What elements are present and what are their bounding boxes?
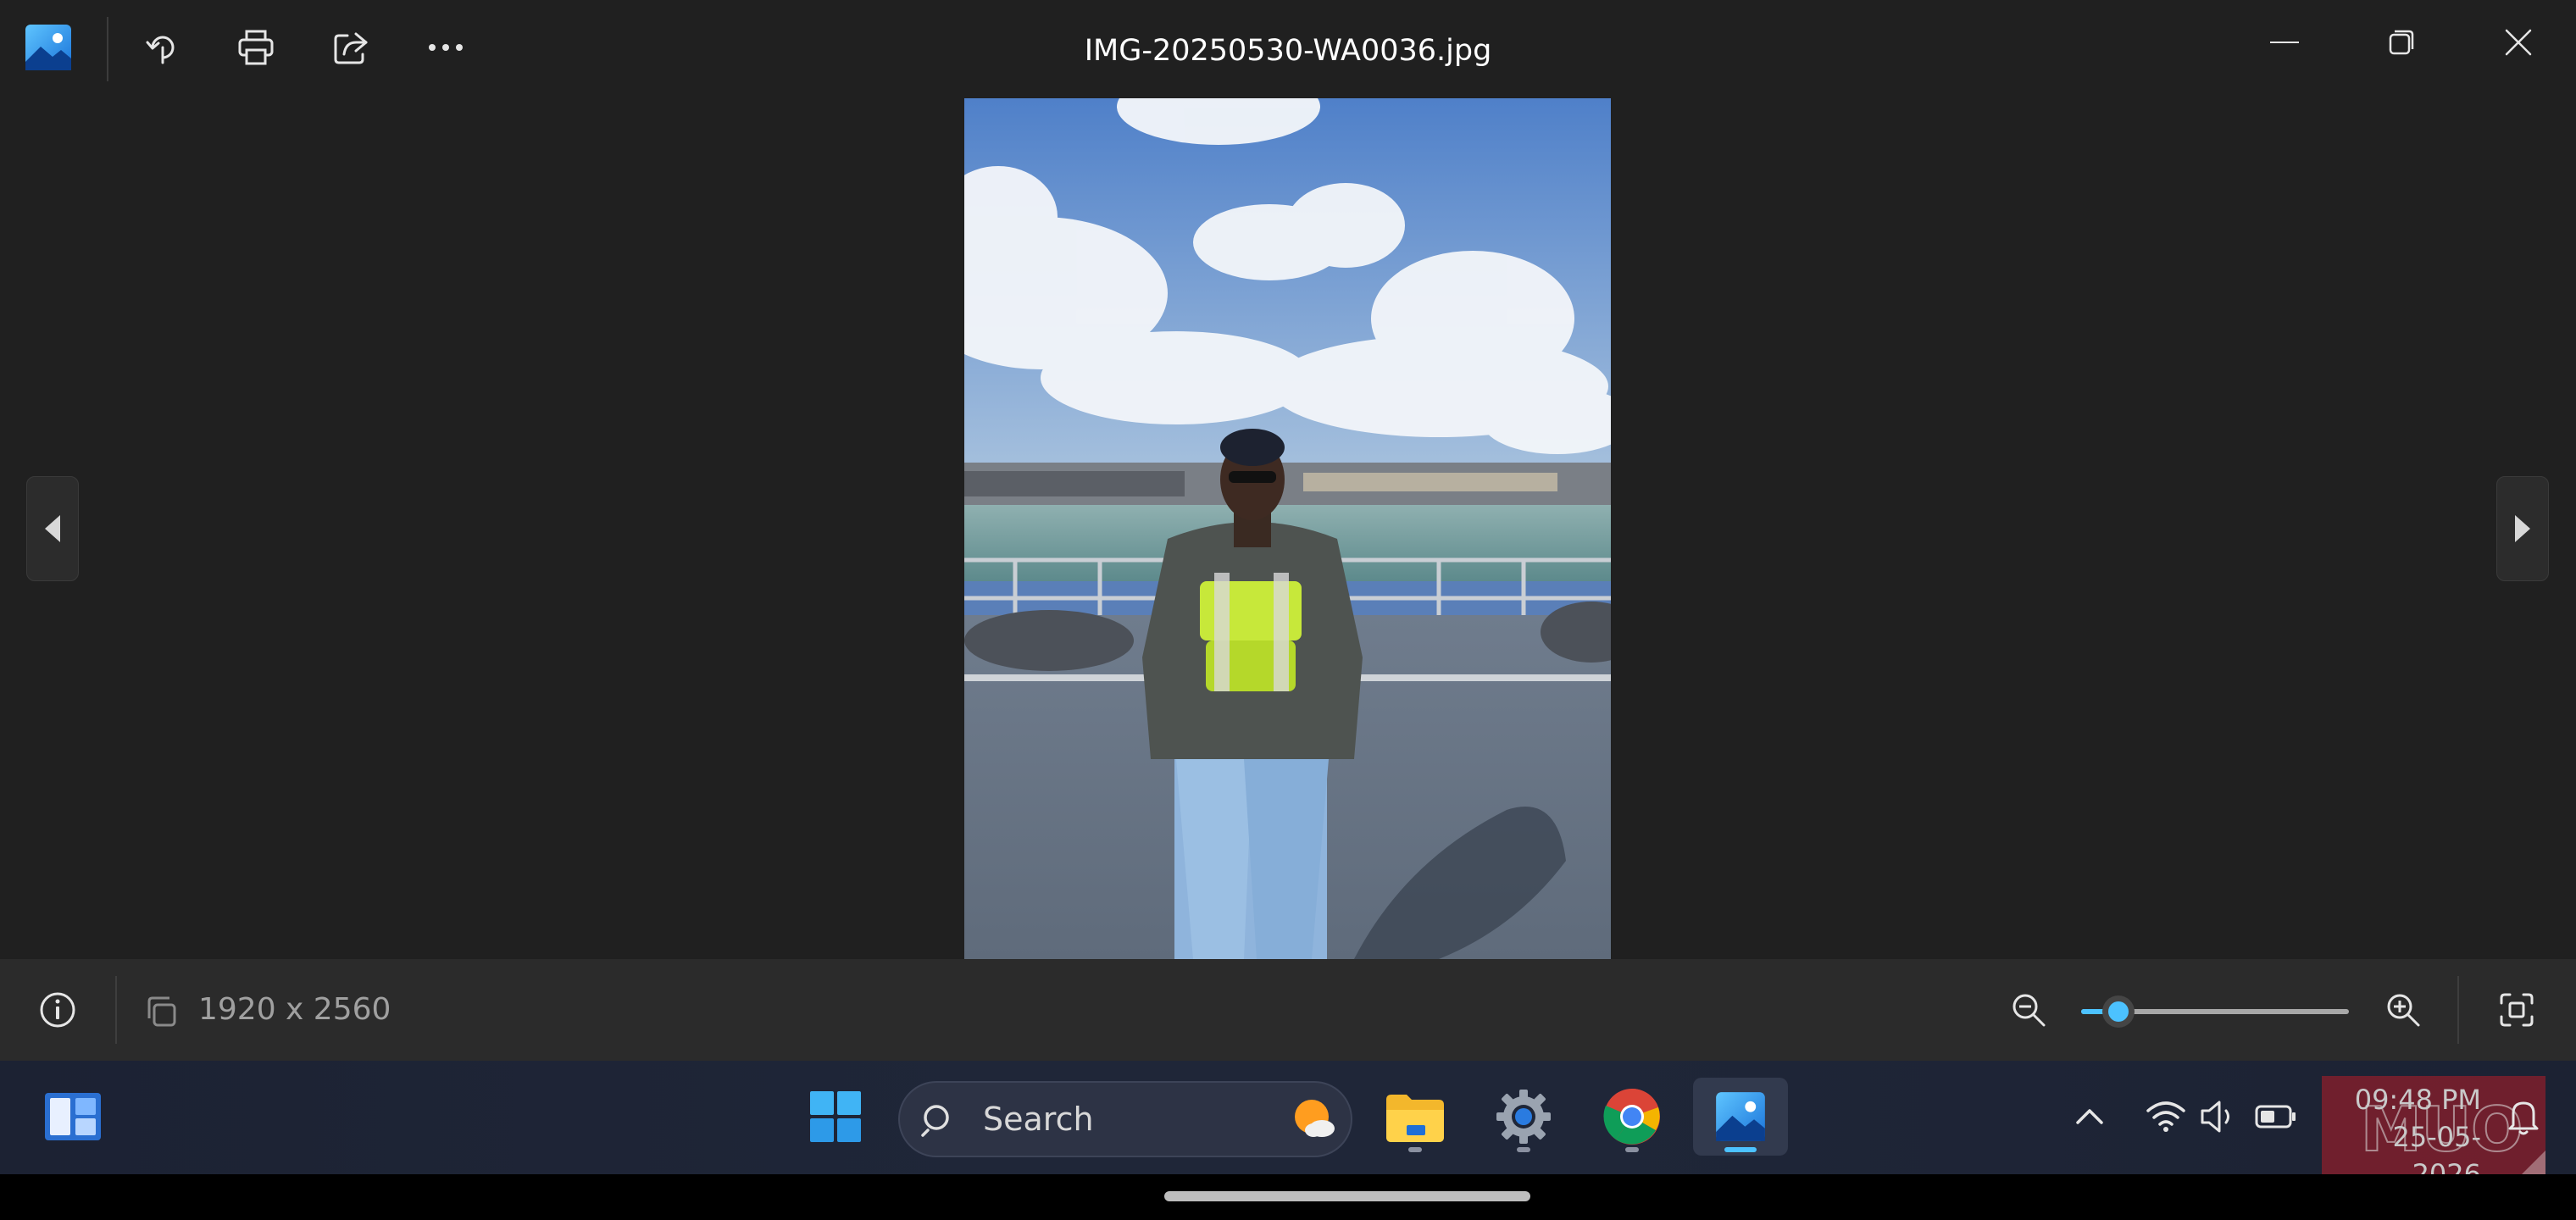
close-button[interactable] bbox=[2484, 17, 2552, 68]
image-size-icon bbox=[146, 995, 180, 1029]
file-info-button[interactable] bbox=[32, 984, 83, 1035]
search-icon bbox=[920, 1101, 958, 1139]
photos-app-logo-icon bbox=[24, 23, 73, 72]
maximize-button[interactable] bbox=[2368, 17, 2435, 68]
battery-icon bbox=[2255, 1105, 2296, 1128]
rotate-button[interactable] bbox=[137, 22, 188, 73]
minimize-icon bbox=[2270, 42, 2299, 43]
bottom-separator-right bbox=[2457, 976, 2459, 1044]
taskbar-file-explorer[interactable] bbox=[1376, 1078, 1454, 1156]
close-icon bbox=[2505, 29, 2532, 56]
title-bar: IMG-20250530-WA0036.jpg bbox=[0, 0, 2576, 97]
share-icon bbox=[334, 32, 368, 64]
minimize-button[interactable] bbox=[2251, 17, 2318, 68]
folder-icon bbox=[1386, 1095, 1444, 1142]
file-name-title: IMG-20250530-WA0036.jpg bbox=[1084, 34, 1492, 68]
more-icon bbox=[429, 44, 463, 51]
settings-indicator bbox=[1517, 1147, 1530, 1152]
taskbar-settings[interactable] bbox=[1485, 1078, 1563, 1156]
bottom-separator bbox=[115, 976, 117, 1044]
bell-icon bbox=[2508, 1101, 2539, 1135]
search-placeholder: Search bbox=[983, 1101, 1094, 1138]
info-icon bbox=[40, 992, 75, 1028]
more-options-button[interactable] bbox=[420, 22, 471, 73]
home-gesture-pill[interactable] bbox=[1164, 1191, 1530, 1201]
displayed-photo bbox=[964, 98, 1611, 959]
photos-active-indicator bbox=[1724, 1147, 1757, 1152]
photos-app-window: IMG-20250530-WA0036.jpg 1920 x 2560 bbox=[0, 0, 2576, 1061]
widgets-icon bbox=[45, 1093, 101, 1140]
previous-arrow-icon bbox=[45, 515, 60, 542]
title-separator bbox=[107, 17, 108, 81]
zoom-in-button[interactable] bbox=[2378, 984, 2429, 1035]
photos-icon bbox=[1716, 1092, 1765, 1141]
image-canvas[interactable] bbox=[0, 97, 2576, 959]
print-button[interactable] bbox=[230, 22, 281, 73]
zoom-out-button[interactable] bbox=[2003, 984, 2054, 1035]
taskbar-search-box[interactable]: Search bbox=[898, 1081, 1352, 1157]
fit-to-window-icon bbox=[2500, 993, 2534, 1027]
taskbar-widgets[interactable] bbox=[34, 1078, 112, 1156]
maximize-icon bbox=[2389, 30, 2414, 55]
file-explorer-indicator bbox=[1408, 1147, 1422, 1152]
previous-image-button[interactable] bbox=[26, 476, 79, 581]
print-icon bbox=[238, 30, 274, 65]
taskbar-start[interactable] bbox=[797, 1078, 874, 1156]
image-dimensions: 1920 x 2560 bbox=[198, 992, 391, 1027]
chevron-up-icon bbox=[2076, 1109, 2103, 1124]
taskbar-photos[interactable] bbox=[1693, 1078, 1788, 1156]
settings-gear-icon bbox=[1496, 1090, 1551, 1144]
volume-status[interactable] bbox=[2196, 1095, 2240, 1139]
notifications-button[interactable] bbox=[2501, 1095, 2545, 1139]
speaker-icon bbox=[2201, 1101, 2229, 1133]
windows-start-icon bbox=[810, 1091, 861, 1142]
bottom-toolbar: 1920 x 2560 bbox=[0, 959, 2576, 1061]
zoom-slider-thumb[interactable] bbox=[2102, 995, 2135, 1028]
taskbar-chrome[interactable] bbox=[1593, 1078, 1671, 1156]
chrome-icon bbox=[1603, 1089, 1660, 1145]
chrome-indicator bbox=[1625, 1147, 1639, 1152]
zoom-in-icon bbox=[2387, 994, 2420, 1027]
next-arrow-icon bbox=[2515, 515, 2530, 542]
wifi-icon bbox=[2146, 1101, 2185, 1132]
show-hidden-icons-button[interactable] bbox=[2068, 1095, 2112, 1139]
zoom-out-icon bbox=[2012, 994, 2046, 1027]
taskbar: Search MUO 09:48 PM 25-05- bbox=[0, 1061, 2576, 1190]
weather-icon bbox=[1290, 1096, 1337, 1144]
rotate-icon bbox=[146, 36, 175, 64]
next-image-button[interactable] bbox=[2496, 476, 2549, 581]
battery-status[interactable] bbox=[2254, 1095, 2298, 1139]
fit-to-window-button[interactable] bbox=[2491, 984, 2542, 1035]
share-button[interactable] bbox=[325, 22, 376, 73]
android-navigation-bar bbox=[0, 1174, 2576, 1220]
clock-time: 09:48 PM bbox=[2354, 1084, 2481, 1116]
wifi-status[interactable] bbox=[2144, 1095, 2188, 1139]
